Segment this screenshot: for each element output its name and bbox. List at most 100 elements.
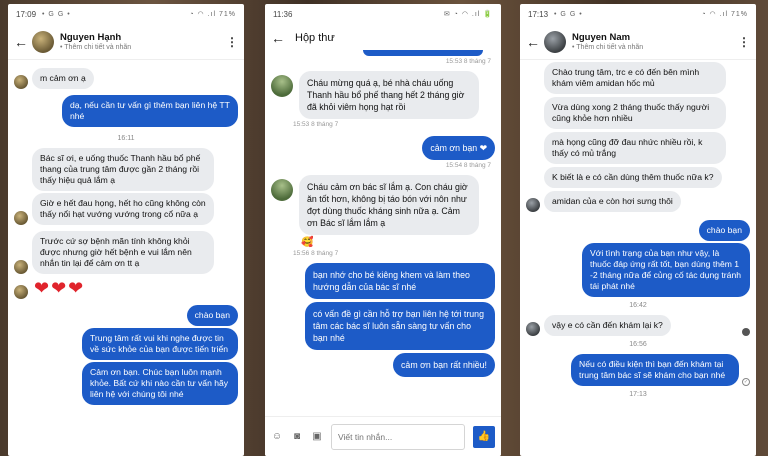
message-row: Vừa dùng xong 2 tháng thuốc thấy người c…	[526, 97, 750, 129]
outgoing-message[interactable]: Trung tâm rất vui khi nghe được tin về s…	[82, 328, 238, 360]
message-row: m cảm ơn ạ	[14, 68, 238, 89]
message-row: K biết là e có cần dùng thêm thuốc nữa k…	[526, 167, 750, 188]
hearts-reaction[interactable]: ❤❤❤	[34, 278, 85, 299]
back-arrow-icon[interactable]: ←	[526, 34, 544, 50]
status-time: 11:36	[273, 9, 293, 19]
outgoing-message[interactable]: Với tình trạng của bạn như vậy, là thuốc…	[582, 243, 750, 297]
message-composer: ☺ ◙ ▣ 👍	[265, 416, 501, 456]
status-time: 17:13	[528, 9, 549, 19]
chat-header: ← Nguyen Nam • Thêm chi tiết và nhãn ⋮	[520, 24, 756, 60]
emoji-reaction[interactable]: 🥰	[301, 237, 495, 248]
message-input[interactable]	[331, 423, 465, 450]
status-apps: • G G •	[554, 10, 583, 18]
incoming-message[interactable]: m cảm ơn ạ	[32, 68, 94, 89]
timestamp: 17:13	[629, 391, 647, 398]
outgoing-message[interactable]: dạ, nếu cần tư vấn gì thêm bạn liên hệ T…	[62, 95, 238, 127]
sent-check-icon: ✓	[742, 378, 750, 386]
outgoing-message[interactable]: Cảm ơn bạn. Chúc bạn luôn mạnh khỏe. Bất…	[82, 362, 238, 405]
message-row: Giờ e hết đau họng, hết ho cũng không cò…	[14, 193, 238, 225]
message-row: cảm ơn bạn rất nhiều!	[271, 353, 495, 377]
message-stamp: 15:56 8 tháng 7	[293, 250, 339, 257]
message-row: Cháu cảm ơn bác sĩ lắm ạ. Con cháu giờ ă…	[271, 175, 495, 235]
sender-avatar	[14, 75, 28, 89]
contact-subtitle: • Thêm chi tiết và nhãn	[60, 44, 132, 51]
outgoing-message[interactable]: Nếu có điều kiện thì bạn đến khám tại tr…	[571, 354, 739, 386]
message-row: Cảm ơn bạn. Chúc bạn luôn mạnh khỏe. Bất…	[14, 362, 238, 405]
message-row: có vấn đề gì cần hỗ trợ bạn liên hệ tới …	[271, 302, 495, 350]
message-row: Nếu có điều kiện thì bạn đến khám tại tr…	[526, 354, 750, 386]
incoming-message[interactable]: K biết là e có cần dùng thêm thuốc nữa k…	[544, 167, 722, 188]
contact-info[interactable]: Nguyen Hạnh • Thêm chi tiết và nhãn	[60, 32, 226, 51]
outgoing-message[interactable]: có vấn đề gì cần hỗ trợ bạn liên hệ tới …	[305, 302, 495, 350]
message-row: Trung tâm rất vui khi nghe được tin về s…	[14, 328, 238, 360]
contact-avatar[interactable]	[32, 30, 54, 53]
camera-icon[interactable]: ◙	[291, 431, 303, 442]
outgoing-message[interactable]: chào bạn	[186, 305, 238, 326]
contact-name: Nguyen Nam	[572, 32, 631, 43]
contact-name: Nguyen Hạnh	[60, 32, 122, 43]
incoming-message[interactable]: amidan của e còn hơi sưng thôi	[544, 191, 681, 212]
message-row: chào bạn	[526, 220, 750, 241]
timestamp: 16:56	[629, 341, 647, 348]
back-arrow-icon[interactable]: ←	[14, 34, 32, 50]
sender-avatar	[14, 285, 28, 299]
message-row: bạn nhớ cho bé kiêng khem và làm theo hư…	[271, 263, 495, 299]
sender-avatar	[271, 179, 293, 201]
message-row: ❤❤❤	[14, 278, 238, 299]
gallery-icon[interactable]: ▣	[311, 431, 323, 442]
emoji-icon[interactable]: ☺	[271, 431, 283, 442]
sender-avatar	[14, 260, 28, 274]
incoming-message[interactable]: Chào trung tâm, trc e có đến bên mình kh…	[544, 62, 726, 94]
incoming-message[interactable]: Giờ e hết đau họng, hết ho cũng không cò…	[32, 193, 214, 225]
incoming-message[interactable]: mà họng cũng đỡ đau nhức nhiều rồi, k th…	[544, 132, 726, 164]
sender-avatar	[14, 211, 28, 225]
message-row: amidan của e còn hơi sưng thôi	[526, 191, 750, 212]
status-bar: 11:36 ✉ ◔ ◠ .ıl 🔋	[265, 4, 501, 24]
chat-header: ← Nguyen Hạnh • Thêm chi tiết và nhãn ⋮	[8, 24, 244, 60]
outgoing-message-partial	[363, 50, 483, 56]
message-row: Với tình trạng của bạn như vậy, là thuốc…	[526, 243, 750, 297]
sender-avatar	[526, 322, 540, 336]
message-row: cảm ơn bạn ❤	[271, 136, 495, 160]
more-options-icon[interactable]: ⋮	[226, 35, 238, 49]
back-arrow-icon[interactable]: ←	[271, 30, 289, 46]
message-list: 15:53 8 tháng 7 Cháu mừng quá ạ, bé nhà …	[265, 50, 501, 385]
outgoing-message[interactable]: cảm ơn bạn ❤	[422, 136, 495, 160]
message-row: mà họng cũng đỡ đau nhức nhiều rồi, k th…	[526, 132, 750, 164]
incoming-message[interactable]: vậy e có cần đến khám lại k?	[544, 315, 671, 336]
contact-info[interactable]: Nguyen Nam • Thêm chi tiết và nhãn	[572, 32, 738, 51]
message-row: chào bạn	[14, 305, 238, 326]
incoming-message[interactable]: Trước cứ sợ bệnh mãn tính không khỏi đượ…	[32, 231, 214, 274]
inbox-title: Hộp thư	[295, 32, 335, 44]
incoming-message[interactable]: Cháu mừng quá ạ, bé nhà cháu uống Thanh …	[299, 71, 479, 119]
like-button[interactable]: 👍	[473, 425, 495, 448]
message-row: Cháu mừng quá ạ, bé nhà cháu uống Thanh …	[271, 71, 495, 119]
outgoing-message[interactable]: chào bạn	[698, 220, 750, 241]
message-list: Chào trung tâm, trc e có đến bên mình kh…	[520, 60, 756, 408]
contact-avatar[interactable]	[544, 30, 566, 53]
incoming-message[interactable]: Cháu cảm ơn bác sĩ lắm ạ. Con cháu giờ ă…	[299, 175, 479, 235]
phone-screenshot-1: 17:09 • G G • ◔ ◠ .ıl 71% ← Nguyen Hạnh …	[8, 4, 244, 456]
message-stamp: 15:53 8 tháng 7	[445, 58, 491, 65]
status-bar: 17:13 • G G • ◔ ◠ .ıl 71%	[520, 4, 756, 24]
phone-screenshot-3: 17:13 • G G • ◔ ◠ .ıl 71% ← Nguyen Nam •…	[520, 4, 756, 456]
message-stamp: 15:53 8 tháng 7	[293, 121, 339, 128]
more-options-icon[interactable]: ⋮	[738, 35, 750, 49]
incoming-message[interactable]: Bác sĩ ơi, e uống thuốc Thanh hầu bổ phế…	[32, 148, 214, 191]
message-row: Chào trung tâm, trc e có đến bên mình kh…	[526, 62, 750, 94]
status-time: 17:09	[16, 9, 37, 19]
inbox-header: ← Hộp thư	[265, 24, 501, 52]
status-apps: • G G •	[42, 10, 71, 18]
status-bar: 17:09 • G G • ◔ ◠ .ıl 71%	[8, 4, 244, 24]
outgoing-message[interactable]: cảm ơn bạn rất nhiều!	[393, 353, 495, 377]
status-icons: ◔ ◠ .ıl 71%	[189, 11, 236, 18]
sender-avatar	[271, 75, 293, 97]
message-list: m cảm ơn ạ dạ, nếu cần tư vấn gì thêm bạ…	[8, 60, 244, 413]
status-icons: ◔ ◠ .ıl 71%	[701, 11, 748, 18]
message-row: vậy e có cần đến khám lại k?	[526, 315, 750, 336]
message-row: dạ, nếu cần tư vấn gì thêm bạn liên hệ T…	[14, 95, 238, 127]
message-stamp: 15:54 8 tháng 7	[445, 162, 491, 169]
message-row: Bác sĩ ơi, e uống thuốc Thanh hầu bổ phế…	[14, 148, 238, 191]
incoming-message[interactable]: Vừa dùng xong 2 tháng thuốc thấy người c…	[544, 97, 726, 129]
outgoing-message[interactable]: bạn nhớ cho bé kiêng khem và làm theo hư…	[305, 263, 495, 299]
